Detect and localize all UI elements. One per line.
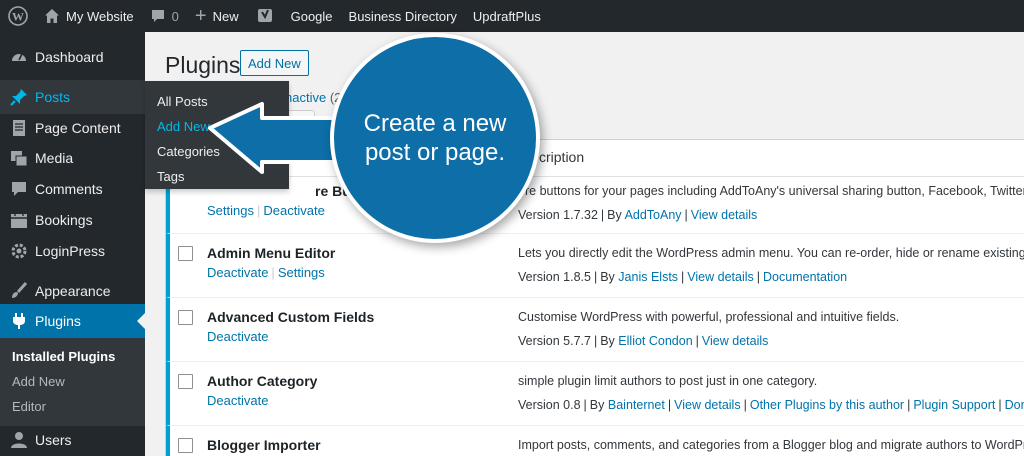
callout-text: Create a new post or page.	[363, 110, 507, 166]
annotation-callout: Create a new post or page.	[330, 33, 540, 243]
